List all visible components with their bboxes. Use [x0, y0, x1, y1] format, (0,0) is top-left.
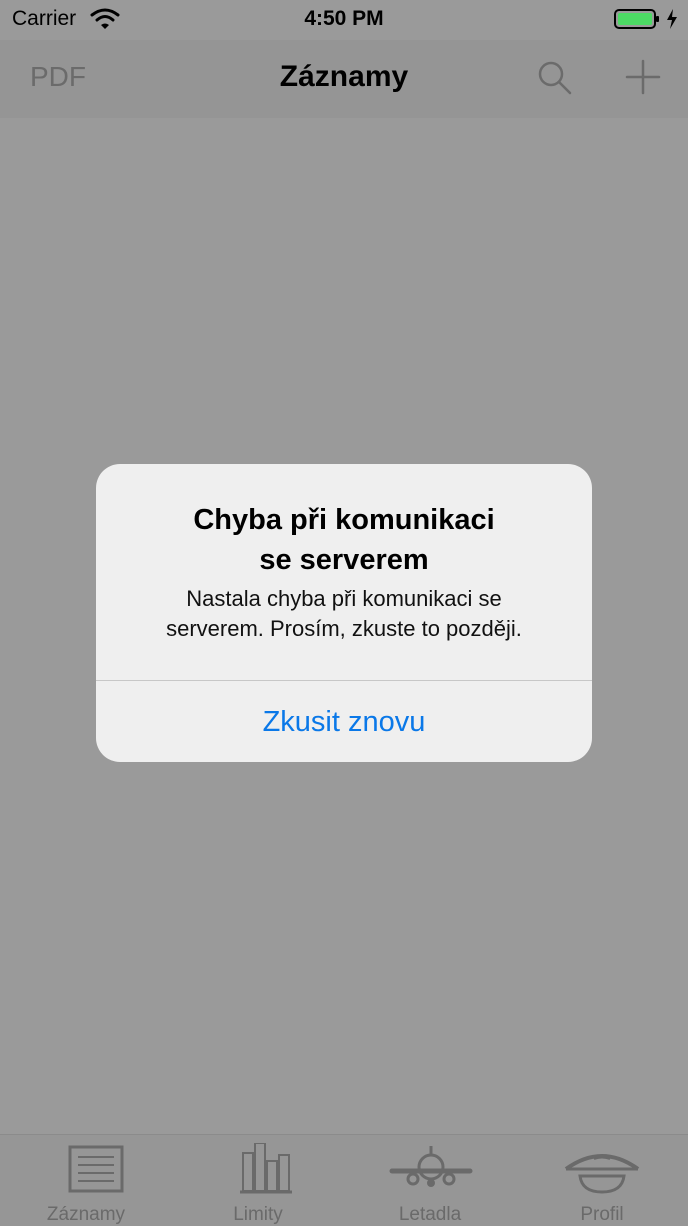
- tab-bar: Záznamy Limity Letadla Profil: [0, 1134, 688, 1226]
- retry-button[interactable]: Zkusit znovu: [96, 681, 592, 762]
- tab-label-zaznamy: Záznamy: [46, 1204, 126, 1225]
- tab-limity[interactable]: Limity: [172, 1135, 344, 1226]
- pilot-cap-icon: [564, 1154, 640, 1194]
- tab-label-profil: Profil: [580, 1204, 624, 1225]
- airplane-icon: [389, 1146, 473, 1187]
- battery-icon: [614, 9, 659, 29]
- tab-label-letadla: Letadla: [398, 1204, 462, 1225]
- alert-title-line-2: se serverem: [259, 544, 429, 576]
- plus-icon[interactable]: [624, 58, 662, 96]
- tab-profil[interactable]: Profil: [516, 1135, 688, 1226]
- search-icon[interactable]: [536, 59, 574, 97]
- tab-label-limity: Limity: [233, 1204, 283, 1225]
- alert-message: Nastala chyba při komunikaci se serverem…: [124, 584, 564, 644]
- bar-chart-icon: [240, 1143, 292, 1194]
- status-bar: Carrier 4:50 PM: [0, 0, 688, 40]
- navigation-bar: PDF Záznamy: [0, 40, 688, 118]
- page-title: Záznamy: [279, 60, 409, 93]
- error-alert-dialog: Chyba při komunikaci se serverem Nastala…: [96, 464, 592, 762]
- charging-bolt-icon: [667, 9, 677, 29]
- alert-title: Chyba při komunikaci se serverem: [132, 500, 556, 580]
- tab-zaznamy[interactable]: Záznamy: [0, 1135, 172, 1226]
- alert-title-line-1: Chyba při komunikaci: [193, 504, 495, 536]
- alert-message-line-1: Nastala chyba při komunikaci se: [186, 586, 502, 611]
- tab-letadla[interactable]: Letadla: [344, 1135, 516, 1226]
- alert-message-line-2: serverem. Prosím, zkuste to později.: [166, 616, 522, 641]
- status-time: 4:50 PM: [304, 7, 384, 30]
- list-icon: [68, 1145, 124, 1193]
